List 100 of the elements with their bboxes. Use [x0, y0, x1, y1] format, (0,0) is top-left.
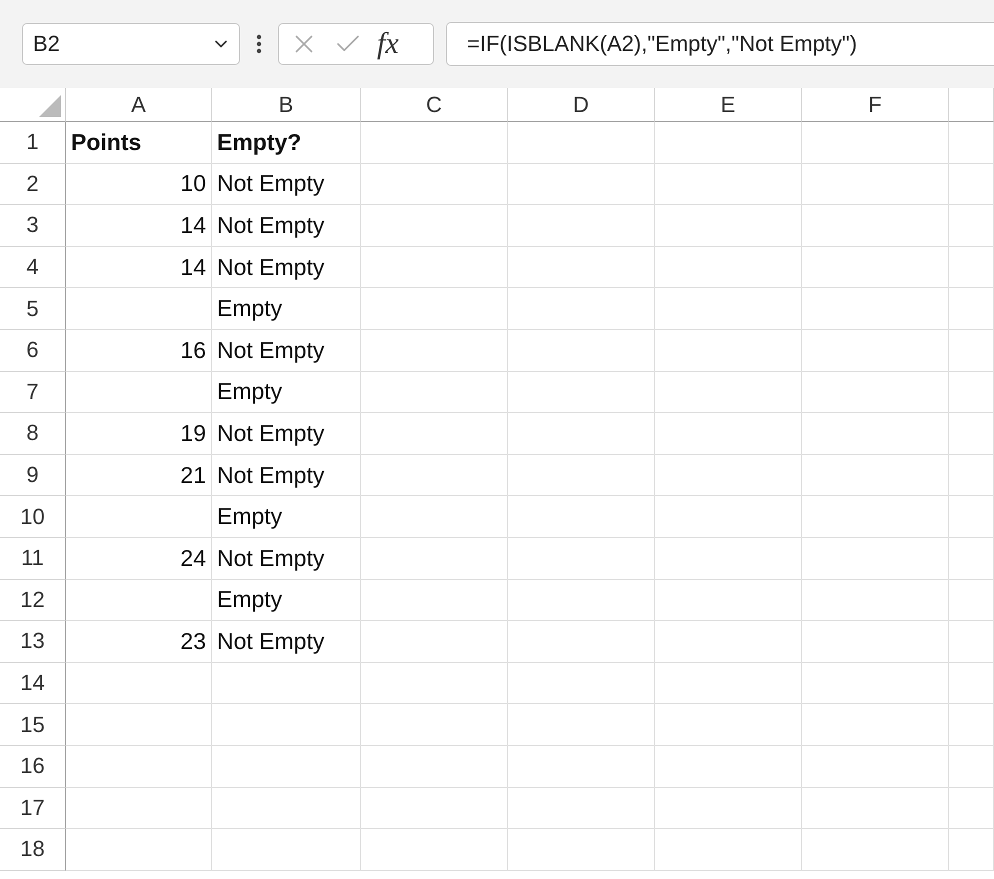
table-cell[interactable]: [802, 704, 949, 746]
row-header[interactable]: 8: [0, 413, 66, 455]
table-cell[interactable]: [66, 496, 212, 538]
table-cell[interactable]: [655, 621, 802, 663]
table-cell[interactable]: [655, 704, 802, 746]
table-cell[interactable]: [66, 288, 212, 330]
table-cell[interactable]: [802, 372, 949, 414]
table-cell[interactable]: [655, 205, 802, 247]
table-cell[interactable]: [655, 122, 802, 164]
table-cell[interactable]: [361, 288, 508, 330]
column-header[interactable]: E: [655, 88, 802, 122]
table-cell[interactable]: [212, 662, 361, 704]
table-cell[interactable]: [802, 662, 949, 704]
table-cell[interactable]: [361, 413, 508, 455]
table-cell[interactable]: [802, 580, 949, 622]
row-header[interactable]: 6: [0, 330, 66, 372]
table-cell[interactable]: 10: [66, 164, 212, 206]
row-header[interactable]: 15: [0, 704, 66, 746]
table-cell[interactable]: [949, 372, 994, 414]
table-cell[interactable]: [508, 496, 655, 538]
table-cell[interactable]: [949, 122, 994, 164]
table-cell[interactable]: [361, 205, 508, 247]
row-header[interactable]: 5: [0, 288, 66, 330]
select-all-corner[interactable]: [0, 88, 66, 122]
table-cell[interactable]: [508, 246, 655, 288]
table-cell[interactable]: [655, 246, 802, 288]
table-cell[interactable]: [655, 496, 802, 538]
table-cell[interactable]: [66, 372, 212, 414]
table-cell[interactable]: [949, 580, 994, 622]
column-header[interactable]: D: [508, 88, 655, 122]
row-header[interactable]: 4: [0, 246, 66, 288]
row-header[interactable]: 2: [0, 164, 66, 206]
table-cell[interactable]: [949, 829, 994, 871]
table-cell[interactable]: [66, 704, 212, 746]
table-cell[interactable]: [66, 580, 212, 622]
row-header[interactable]: 14: [0, 662, 66, 704]
table-cell[interactable]: 21: [66, 454, 212, 496]
table-cell[interactable]: [949, 621, 994, 663]
row-header[interactable]: 10: [0, 496, 66, 538]
table-cell[interactable]: [802, 205, 949, 247]
table-cell[interactable]: [361, 621, 508, 663]
table-cell[interactable]: [361, 122, 508, 164]
table-cell[interactable]: [361, 788, 508, 830]
table-cell[interactable]: Not Empty: [212, 330, 361, 372]
table-cell[interactable]: [508, 454, 655, 496]
table-cell[interactable]: [802, 746, 949, 788]
table-cell[interactable]: [361, 704, 508, 746]
table-cell[interactable]: [508, 122, 655, 164]
table-cell[interactable]: [949, 454, 994, 496]
table-cell[interactable]: [361, 372, 508, 414]
table-cell[interactable]: [949, 205, 994, 247]
insert-function-button[interactable]: fx: [377, 27, 399, 61]
table-cell[interactable]: Not Empty: [212, 621, 361, 663]
table-cell[interactable]: [66, 746, 212, 788]
formula-field[interactable]: =IF(ISBLANK(A2),"Empty","Not Empty"): [446, 22, 994, 66]
table-cell[interactable]: [361, 538, 508, 580]
table-cell[interactable]: [508, 205, 655, 247]
table-cell[interactable]: [508, 662, 655, 704]
table-cell[interactable]: [802, 538, 949, 580]
table-cell[interactable]: Empty: [212, 580, 361, 622]
table-cell[interactable]: [212, 788, 361, 830]
table-cell[interactable]: [361, 580, 508, 622]
table-cell[interactable]: [508, 704, 655, 746]
table-cell[interactable]: [655, 746, 802, 788]
table-cell[interactable]: Not Empty: [212, 413, 361, 455]
table-cell[interactable]: [508, 538, 655, 580]
table-cell[interactable]: Empty?: [212, 122, 361, 164]
table-cell[interactable]: [361, 829, 508, 871]
table-cell[interactable]: [361, 496, 508, 538]
table-cell[interactable]: 24: [66, 538, 212, 580]
row-header[interactable]: 1: [0, 122, 66, 164]
table-cell[interactable]: [655, 662, 802, 704]
table-cell[interactable]: [508, 580, 655, 622]
table-cell[interactable]: [212, 829, 361, 871]
table-cell[interactable]: [508, 621, 655, 663]
name-box[interactable]: B2: [22, 23, 240, 65]
table-cell[interactable]: [655, 288, 802, 330]
table-cell[interactable]: [802, 330, 949, 372]
table-cell[interactable]: [802, 496, 949, 538]
table-cell[interactable]: [508, 829, 655, 871]
table-cell[interactable]: [508, 746, 655, 788]
column-header[interactable]: A: [66, 88, 212, 122]
table-cell[interactable]: [655, 788, 802, 830]
table-cell[interactable]: [949, 704, 994, 746]
table-cell[interactable]: [508, 372, 655, 414]
table-cell[interactable]: [655, 829, 802, 871]
table-cell[interactable]: [949, 662, 994, 704]
table-cell[interactable]: [655, 164, 802, 206]
table-cell[interactable]: [949, 538, 994, 580]
table-cell[interactable]: [655, 538, 802, 580]
row-header[interactable]: 12: [0, 580, 66, 622]
table-cell[interactable]: [802, 164, 949, 206]
table-cell[interactable]: [802, 122, 949, 164]
table-cell[interactable]: Not Empty: [212, 454, 361, 496]
table-cell[interactable]: [361, 164, 508, 206]
table-cell[interactable]: [361, 330, 508, 372]
table-cell[interactable]: [361, 246, 508, 288]
table-cell[interactable]: [508, 413, 655, 455]
table-cell[interactable]: [66, 662, 212, 704]
table-cell[interactable]: 23: [66, 621, 212, 663]
